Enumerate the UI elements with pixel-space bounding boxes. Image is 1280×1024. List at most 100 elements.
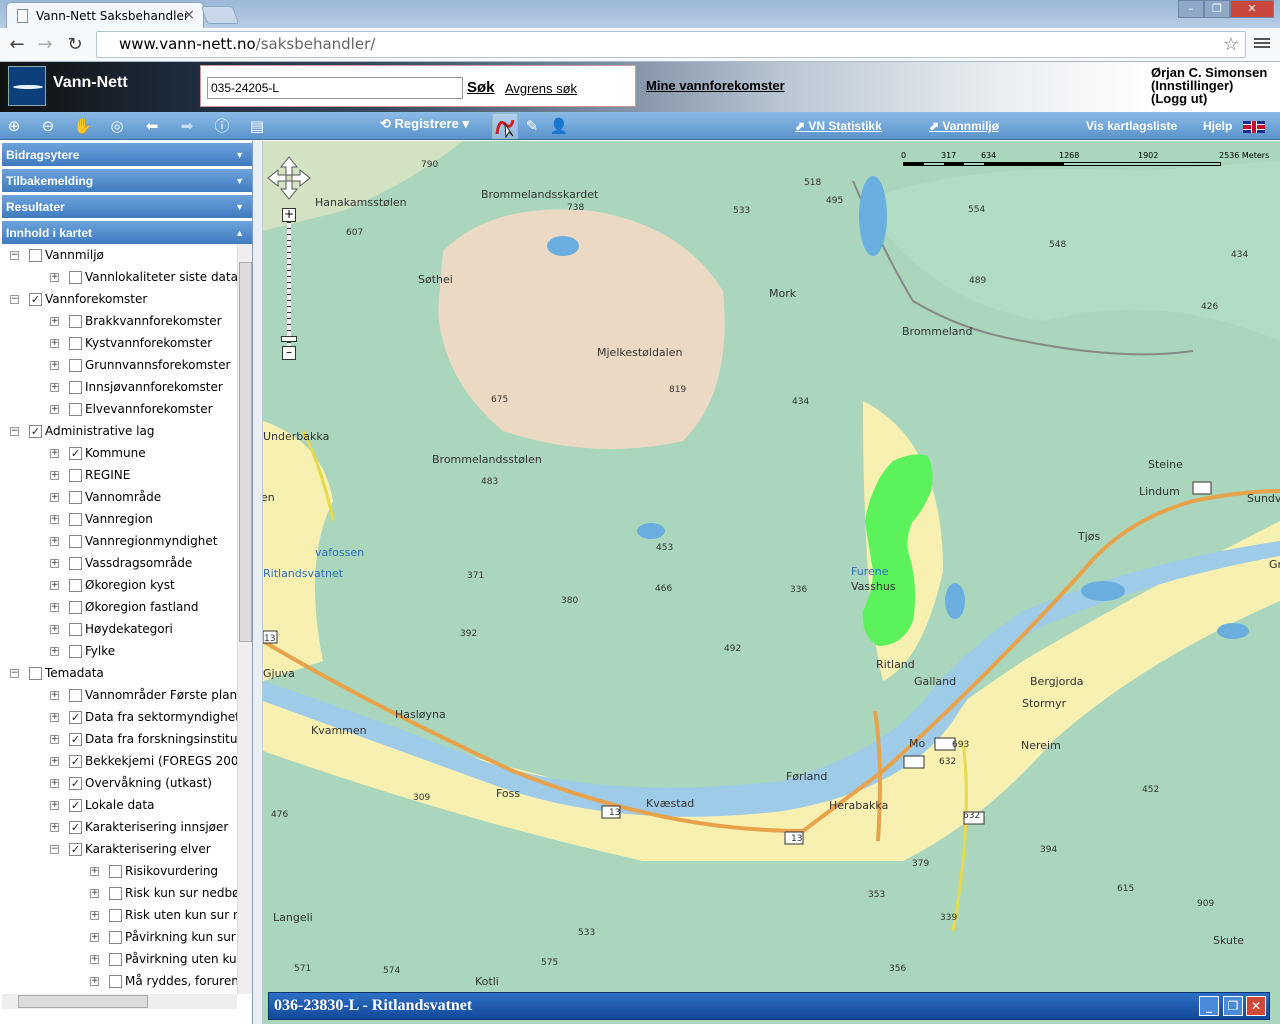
zoom-handle[interactable]	[281, 336, 297, 342]
layer-checkbox[interactable]	[69, 336, 82, 350]
scroll-thumb[interactable]	[239, 262, 252, 642]
tree-item[interactable]: + ✓ Data fra forskningsinstitusj	[50, 728, 238, 750]
expand-icon[interactable]: +	[50, 448, 59, 458]
address-bar[interactable]: www.vann-nett.no/saksbehandler/ ☆	[96, 31, 1246, 58]
layer-checkbox[interactable]	[109, 886, 122, 900]
tree-item[interactable]: + Vannregionmyndighet	[50, 530, 217, 552]
expand-icon[interactable]: +	[50, 338, 59, 348]
layer-checkbox[interactable]	[69, 556, 82, 570]
expand-icon[interactable]: +	[50, 734, 59, 744]
collapse-icon[interactable]: −	[10, 250, 19, 260]
layer-checkbox[interactable]: ✓	[69, 842, 82, 856]
expand-icon[interactable]: +	[50, 756, 59, 766]
layer-checkbox[interactable]	[29, 666, 42, 680]
previous-extent-icon[interactable]: ⬅	[142, 116, 162, 136]
selected-water-bar[interactable]: 036-23830-L - Ritlandsvatnet _ ❐ ✕	[268, 992, 1270, 1020]
tree-item[interactable]: + Risk kun sur nedbør	[90, 882, 238, 904]
expand-icon[interactable]: +	[90, 866, 99, 876]
pan-hand-icon[interactable]: ✋	[73, 116, 93, 136]
tree-item[interactable]: + Vassdragsområde	[50, 552, 192, 574]
layer-checkbox[interactable]: ✓	[69, 732, 82, 746]
tree-item[interactable]: + Påvirkning uten kun	[90, 948, 238, 970]
back-icon[interactable]: ←	[6, 34, 28, 56]
tree-item[interactable]: + Grunnvannsforekomster	[50, 354, 230, 376]
expand-icon[interactable]: +	[50, 778, 59, 788]
reload-icon[interactable]: ↻	[64, 34, 86, 56]
layer-checkbox[interactable]	[29, 248, 42, 262]
search-input[interactable]	[207, 77, 463, 99]
help-link[interactable]: Hjelp	[1203, 119, 1232, 133]
layer-checkbox[interactable]	[69, 314, 82, 328]
tree-item[interactable]: − Temadata	[10, 662, 104, 684]
close-window-icon[interactable]: ✕	[1230, 0, 1274, 18]
panel-bidragsytere[interactable]: Bidragsytere ▼	[2, 143, 252, 167]
expand-icon[interactable]: +	[90, 910, 99, 920]
layer-checkbox[interactable]	[109, 930, 122, 944]
my-waters-link[interactable]: Mine vannforekomster	[646, 78, 785, 93]
tree-item[interactable]: + Brakkvannforekomster	[50, 310, 222, 332]
tree-item[interactable]: + REGINE	[50, 464, 130, 486]
tree-item[interactable]: + Høydekategori	[50, 618, 173, 640]
zoom-minus-icon[interactable]: –	[282, 346, 296, 360]
expand-icon[interactable]: +	[50, 624, 59, 634]
maximize-icon[interactable]: ❐	[1204, 0, 1230, 18]
expand-icon[interactable]: +	[50, 272, 59, 282]
zoom-out-icon[interactable]: ⊖	[38, 116, 58, 136]
layer-checkbox[interactable]	[69, 380, 82, 394]
expand-icon[interactable]: +	[50, 580, 59, 590]
refine-search-link[interactable]: Avgrens søk	[505, 81, 577, 96]
tree-item[interactable]: + Kystvannforekomster	[50, 332, 212, 354]
expand-icon[interactable]: +	[50, 360, 59, 370]
tree-item[interactable]: + Vannområde	[50, 486, 161, 508]
tree-item[interactable]: + Må ryddes, forurens	[90, 970, 238, 992]
layer-checkbox[interactable]	[109, 974, 122, 988]
bookmark-star-icon[interactable]: ☆	[1223, 32, 1239, 57]
collapse-icon[interactable]: −	[10, 668, 19, 678]
tree-item[interactable]: − Vannmiljø	[10, 244, 104, 266]
tree-item[interactable]: − ✓ Karakterisering elver	[50, 838, 211, 860]
restore-panel-icon[interactable]: ❐	[1223, 996, 1243, 1016]
layer-checkbox[interactable]	[69, 358, 82, 372]
tree-item[interactable]: − ✓ Administrative lag	[10, 420, 154, 442]
register-menu[interactable]: ⟲ Registrere ▾	[380, 116, 469, 132]
tree-item[interactable]: + ✓ Karakterisering innsjøer	[50, 816, 228, 838]
panel-innhold-i-kartet[interactable]: Innhold i kartet ▲	[2, 221, 252, 245]
layer-checkbox[interactable]	[69, 402, 82, 416]
expand-icon[interactable]: +	[50, 492, 59, 502]
layer-checkbox[interactable]	[69, 534, 82, 548]
tree-item[interactable]: + Risikovurdering	[90, 860, 218, 882]
layer-checkbox[interactable]	[69, 512, 82, 526]
search-button[interactable]: Søk	[467, 79, 495, 96]
layer-checkbox[interactable]: ✓	[69, 820, 82, 834]
expand-icon[interactable]: +	[90, 932, 99, 942]
select-water-tool[interactable]	[492, 113, 518, 139]
expand-icon[interactable]: +	[50, 712, 59, 722]
full-extent-icon[interactable]: ◎	[107, 116, 127, 136]
map-view[interactable]: 0 317 634 1268 1902 2536 Meters Hanakams…	[263, 141, 1280, 1024]
new-tab-button[interactable]	[200, 6, 240, 24]
tree-item[interactable]: + ✓ Kommune	[50, 442, 146, 464]
layer-checkbox[interactable]	[69, 622, 82, 636]
expand-icon[interactable]: +	[50, 404, 59, 414]
layer-checkbox[interactable]	[69, 578, 82, 592]
zoom-slider[interactable]: + –	[281, 208, 297, 360]
measure-icon[interactable]: ▤	[247, 116, 267, 136]
zoom-plus-icon[interactable]: +	[282, 208, 296, 222]
close-tab-icon[interactable]: ×	[183, 7, 195, 23]
layer-checkbox[interactable]: ✓	[69, 776, 82, 790]
expand-icon[interactable]: +	[50, 316, 59, 326]
tree-vertical-scrollbar[interactable]	[237, 244, 252, 994]
browser-menu-icon[interactable]	[1254, 36, 1270, 50]
expand-icon[interactable]: +	[50, 690, 59, 700]
tree-item[interactable]: + Økoregion fastland	[50, 596, 199, 618]
expand-icon[interactable]: +	[50, 514, 59, 524]
tree-item[interactable]: + ✓ Lokale data	[50, 794, 154, 816]
close-panel-icon[interactable]: ✕	[1246, 996, 1266, 1016]
tree-item[interactable]: + Elvevannforekomster	[50, 398, 213, 420]
tree-item[interactable]: + ✓ Data fra sektormyndighete	[50, 706, 238, 728]
expand-icon[interactable]: +	[50, 602, 59, 612]
collapse-icon[interactable]: −	[50, 844, 59, 854]
tree-item[interactable]: + Påvirkning kun sur r	[90, 926, 238, 948]
tree-item[interactable]: + Vannregion	[50, 508, 153, 530]
info-icon[interactable]: ⓘ	[212, 116, 232, 136]
